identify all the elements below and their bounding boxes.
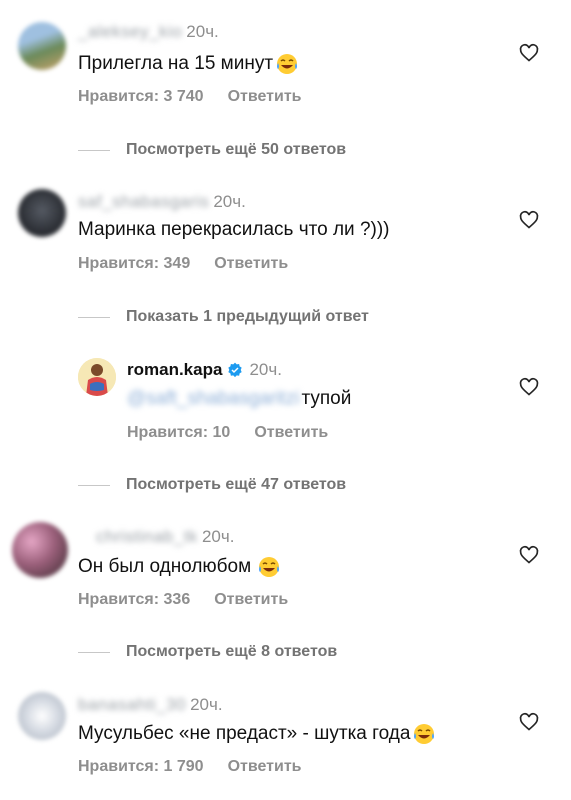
thread-divider (78, 316, 110, 318)
view-more-replies-label[interactable]: Посмотреть ещё 47 ответов (126, 476, 346, 494)
comment-username[interactable]: saf_shabasgaris 20ч. (78, 192, 246, 212)
view-more-replies[interactable]: Посмотреть ещё 50 ответов (78, 141, 346, 159)
mention-link[interactable]: @saft_shabasgaritzi (127, 388, 299, 410)
thread-divider (78, 651, 110, 653)
comment-text: Мусульбес «не предаст» - шутка года (78, 722, 436, 746)
view-more-replies-label[interactable]: Посмотреть ещё 8 ответов (126, 643, 337, 661)
tears-of-joy-emoji-icon (259, 557, 280, 577)
person-photo-icon (78, 358, 116, 396)
comment-username[interactable]: roman.kapa 20ч. (127, 360, 282, 380)
likes-count[interactable]: Нравится: 3 740 (78, 88, 204, 105)
avatar[interactable] (18, 189, 66, 237)
thread-divider (78, 149, 110, 151)
comment-time: 20ч. (201, 527, 235, 546)
reply-button[interactable]: Ответить (254, 424, 328, 441)
comment-time: 20ч. (190, 695, 223, 714)
comment-meta: Нравится: 10 Ответить (127, 424, 328, 442)
comment-meta: Нравится: 336 Ответить (78, 591, 288, 609)
tears-of-joy-emoji-icon (414, 724, 435, 744)
avatar[interactable] (78, 358, 116, 396)
tears-of-joy-emoji-icon (277, 54, 298, 74)
like-heart-icon[interactable] (519, 377, 539, 397)
show-previous-reply-label[interactable]: Показать 1 предыдущий ответ (126, 308, 369, 326)
view-more-replies[interactable]: Посмотреть ещё 47 ответов (78, 476, 346, 494)
comment-time: 20ч. (213, 192, 246, 211)
likes-count[interactable]: Нравится: 336 (78, 591, 190, 608)
show-previous-reply[interactable]: Показать 1 предыдущий ответ (78, 308, 369, 326)
comment-username[interactable]: _aleksey_kio 20ч. (78, 22, 219, 42)
comment-meta: Нравится: 349 Ответить (78, 255, 288, 273)
avatar[interactable] (12, 522, 68, 578)
comment-meta: Нравится: 1 790 Ответить (78, 758, 302, 776)
comment-text: Он был однолюбом (78, 555, 281, 579)
comment-text: @saft_shabasgaritzi тупой (127, 388, 352, 410)
view-more-replies-label[interactable]: Посмотреть ещё 50 ответов (126, 141, 346, 159)
comment-username[interactable]: christinab_tk 20ч. (96, 527, 234, 547)
reply-button[interactable]: Ответить (228, 758, 302, 775)
view-more-replies[interactable]: Посмотреть ещё 8 ответов (78, 643, 337, 661)
reply-button[interactable]: Ответить (228, 88, 302, 105)
verified-badge-icon (228, 362, 243, 378)
thread-divider (78, 484, 110, 486)
like-heart-icon[interactable] (519, 545, 539, 565)
comment-time: 20ч. (249, 360, 282, 379)
avatar[interactable] (18, 22, 66, 70)
comment-text: Маринка перекрасилась что ли ?))) (78, 219, 390, 240)
like-heart-icon[interactable] (519, 210, 539, 230)
comment-text: Прилегла на 15 минут (78, 52, 299, 76)
like-heart-icon[interactable] (519, 43, 539, 63)
comment-meta: Нравится: 3 740 Ответить (78, 88, 302, 106)
comment-time: 20ч. (186, 22, 219, 41)
likes-count[interactable]: Нравится: 349 (78, 255, 190, 272)
likes-count[interactable]: Нравится: 10 (127, 424, 230, 441)
like-heart-icon[interactable] (519, 712, 539, 732)
comment-username[interactable]: banasahti_30 20ч. (78, 695, 223, 715)
reply-button[interactable]: Ответить (214, 591, 288, 608)
reply-button[interactable]: Ответить (214, 255, 288, 272)
likes-count[interactable]: Нравится: 1 790 (78, 758, 204, 775)
avatar[interactable] (18, 692, 66, 740)
